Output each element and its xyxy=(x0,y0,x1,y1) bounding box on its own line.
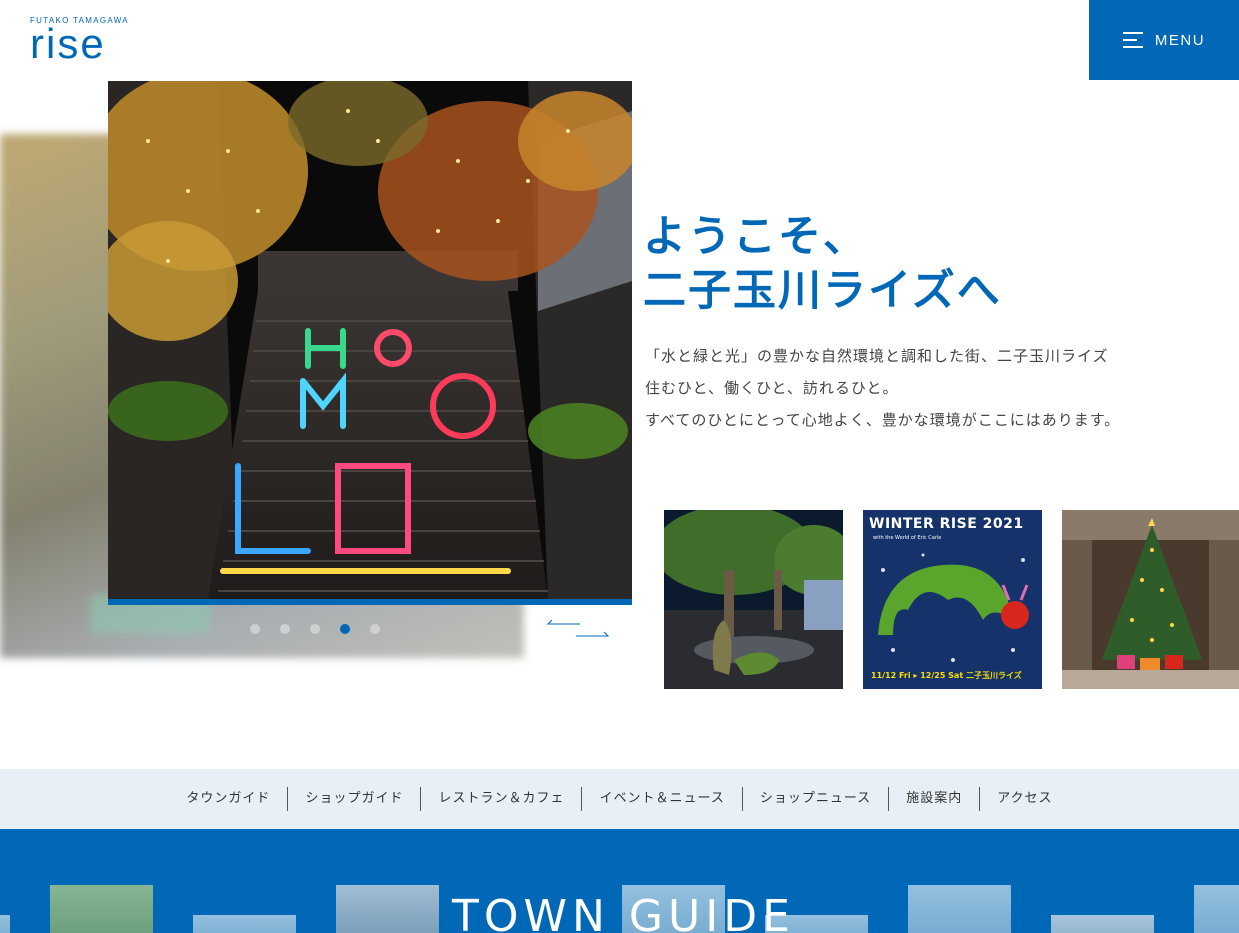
town-guide-title: TOWN GUIDE xyxy=(452,891,795,933)
nav-restaurant-cafe[interactable]: レストラン＆カフェ xyxy=(420,787,581,811)
illuminated-staircase-image xyxy=(108,81,632,599)
welcome-body-line3: すべてのひとにとって心地よく、豊かな環境がここにはあります。 xyxy=(645,411,1121,429)
town-tile xyxy=(0,915,10,933)
town-guide-section: TOWN GUIDE xyxy=(0,829,1239,933)
nav-event-news[interactable]: イベント＆ニュース xyxy=(581,787,741,811)
menu-label: MENU xyxy=(1154,31,1206,49)
nav-shop-guide[interactable]: ショップガイド xyxy=(287,787,420,811)
nav-facility-info[interactable]: 施設案内 xyxy=(888,787,979,811)
carousel-dots xyxy=(250,624,380,634)
trees-night-image xyxy=(664,510,843,689)
welcome-body-line2: 住むひと、働くひと、訪れるひと。 xyxy=(645,379,899,397)
welcome-description: 「水と緑と光」の豊かな自然環境と調和した街、二子玉川ライズ 住むひと、働くひと、… xyxy=(645,340,1120,436)
main-nav: タウンガイド ショップガイド レストラン＆カフェ イベント＆ニュース ショップニ… xyxy=(0,769,1239,829)
welcome-title-line2: 二子玉川ライズへ xyxy=(643,266,1002,316)
thumbnail-subtitle: with the World of Eric Carle xyxy=(873,535,942,541)
logo-wordmark: rise xyxy=(30,20,106,67)
carousel-dot-3[interactable] xyxy=(310,624,320,634)
thumbnail-dates: 11/12 Fri ▸ 12/25 Sat 二子玉川ライズ xyxy=(871,671,1022,680)
next-arrow-icon[interactable] xyxy=(576,628,610,640)
welcome-title-line1: ようこそ、 xyxy=(643,212,868,262)
town-tile xyxy=(1194,885,1239,933)
nav-shop-news[interactable]: ショップニュース xyxy=(741,787,888,811)
carousel-dot-4[interactable] xyxy=(340,624,350,634)
carousel-dot-2[interactable] xyxy=(280,624,290,634)
prev-arrow-icon[interactable] xyxy=(546,614,580,626)
nav-access[interactable]: アクセス xyxy=(979,787,1069,811)
thumbnail-christmas-tree[interactable] xyxy=(1062,510,1239,689)
carousel-dot-1[interactable] xyxy=(250,624,260,634)
nav-town-guide[interactable]: タウンガイド xyxy=(169,787,287,811)
town-tile xyxy=(1051,915,1154,933)
thumbnail-winter-rise[interactable]: WINTER RISE 2021 with the World of Eric … xyxy=(863,510,1042,689)
site-logo[interactable]: FUTAKO TAMAGAWA rise xyxy=(30,16,130,67)
town-tile xyxy=(908,885,1011,933)
hero-slide-image xyxy=(108,81,632,599)
carousel-dot-5[interactable] xyxy=(370,624,380,634)
thumbnail-title: WINTER RISE 2021 xyxy=(869,516,1024,532)
christmas-tree-image xyxy=(1062,510,1239,689)
thumbnail-trees-night[interactable] xyxy=(664,510,843,689)
menu-button[interactable]: MENU xyxy=(1089,0,1239,80)
welcome-title: ようこそ、 二子玉川ライズへ xyxy=(643,210,1002,318)
welcome-body-line1: 「水と緑と光」の豊かな自然環境と調和した街、二子玉川ライズ xyxy=(645,347,1109,365)
hero-progress-bar xyxy=(108,599,632,605)
town-tile xyxy=(50,885,153,933)
town-tile xyxy=(193,915,296,933)
town-tile xyxy=(336,885,439,933)
hamburger-icon xyxy=(1122,31,1143,49)
